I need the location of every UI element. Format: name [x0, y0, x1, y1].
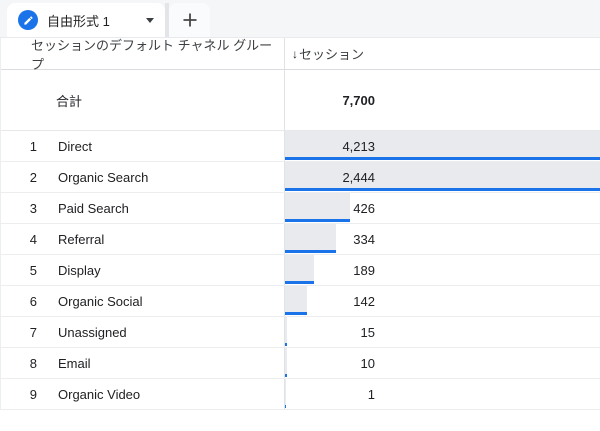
- channel-name: Unassigned: [58, 325, 127, 340]
- free-form-table: セッションのデフォルト チャネル グループ ↓ セッション 合計 7,700 1…: [0, 38, 600, 410]
- sessions-value: 1: [285, 387, 375, 402]
- table-row[interactable]: 6 Organic Social 142: [1, 286, 600, 317]
- session-bar-line: [285, 312, 307, 315]
- edit-pencil-icon: [18, 10, 38, 30]
- sessions-cell: 426: [284, 193, 600, 223]
- session-bar-line: [285, 374, 287, 377]
- dimension-cell: 8 Email: [1, 348, 284, 378]
- channel-name: Referral: [58, 232, 104, 247]
- dimension-cell: 2 Organic Search: [1, 162, 284, 192]
- ga4-exploration-panel: 自由形式 1 セッションのデフォルト チャネル グループ ↓ セッション 合計 …: [0, 0, 600, 431]
- row-rank: 1: [1, 139, 37, 154]
- sessions-cell: 1: [284, 379, 600, 409]
- column-header-sessions-label: セッション: [299, 44, 364, 63]
- row-rank: 4: [1, 232, 37, 247]
- channel-name: Direct: [58, 139, 92, 154]
- table-row[interactable]: 2 Organic Search 2,444: [1, 162, 600, 193]
- chevron-down-icon[interactable]: [146, 18, 154, 23]
- channel-name: Paid Search: [58, 201, 129, 216]
- dimension-cell: 4 Referral: [1, 224, 284, 254]
- sessions-value: 4,213: [285, 139, 375, 154]
- dimension-cell: 6 Organic Social: [1, 286, 284, 316]
- table-row[interactable]: 5 Display 189: [1, 255, 600, 286]
- column-header-sessions[interactable]: ↓ セッション: [284, 38, 600, 69]
- sessions-cell: 10: [284, 348, 600, 378]
- sort-descending-icon[interactable]: ↓: [292, 47, 298, 61]
- session-bar-line: [285, 188, 600, 191]
- sessions-cell: 334: [284, 224, 600, 254]
- row-rank: 6: [1, 294, 37, 309]
- dimension-cell: 5 Display: [1, 255, 284, 285]
- sessions-cell: 15: [284, 317, 600, 347]
- dimension-cell: 3 Paid Search: [1, 193, 284, 223]
- sessions-value: 426: [285, 201, 375, 216]
- row-rank: 2: [1, 170, 37, 185]
- totals-sessions-cell: 7,700: [284, 70, 600, 130]
- sessions-cell: 189: [284, 255, 600, 285]
- tab-free-form-1[interactable]: 自由形式 1: [7, 3, 165, 37]
- totals-label: 合計: [1, 91, 284, 110]
- session-bar-line: [285, 219, 350, 222]
- session-bar-line: [285, 250, 336, 253]
- tab-strip: 自由形式 1: [0, 0, 600, 38]
- tab-label: 自由形式 1: [47, 11, 110, 30]
- row-rank: 7: [1, 325, 37, 340]
- sessions-cell: 2,444: [284, 162, 600, 192]
- session-bar-line: [285, 157, 600, 160]
- dimension-cell: 7 Unassigned: [1, 317, 284, 347]
- totals-row: 合計 7,700: [1, 70, 600, 131]
- row-rank: 8: [1, 356, 37, 371]
- channel-name: Display: [58, 263, 101, 278]
- sessions-value: 334: [285, 232, 375, 247]
- channel-name: Organic Video: [58, 387, 140, 402]
- sessions-value: 142: [285, 294, 375, 309]
- table-row[interactable]: 9 Organic Video 1: [1, 379, 600, 410]
- row-rank: 9: [1, 387, 37, 402]
- session-bar-line: [285, 343, 287, 346]
- table-row[interactable]: 4 Referral 334: [1, 224, 600, 255]
- sessions-value: 10: [285, 356, 375, 371]
- dimension-cell: 1 Direct: [1, 131, 284, 161]
- sessions-cell: 142: [284, 286, 600, 316]
- session-bar-line: [285, 281, 314, 284]
- sessions-cell: 4,213: [284, 131, 600, 161]
- table-row[interactable]: 3 Paid Search 426: [1, 193, 600, 224]
- dimension-cell: 9 Organic Video: [1, 379, 284, 409]
- column-header-channel-group[interactable]: セッションのデフォルト チャネル グループ: [1, 35, 284, 73]
- table-header-row: セッションのデフォルト チャネル グループ ↓ セッション: [1, 38, 600, 70]
- row-rank: 3: [1, 201, 37, 216]
- table-row[interactable]: 8 Email 10: [1, 348, 600, 379]
- channel-name: Email: [58, 356, 91, 371]
- table-body: 1 Direct 4,213 2 Organic Search 2,444 3 …: [1, 131, 600, 410]
- table-row[interactable]: 1 Direct 4,213: [1, 131, 600, 162]
- row-rank: 5: [1, 263, 37, 278]
- table-row[interactable]: 7 Unassigned 15: [1, 317, 600, 348]
- sessions-value: 189: [285, 263, 375, 278]
- add-tab-button[interactable]: [169, 3, 210, 37]
- plus-icon: [181, 11, 199, 29]
- channel-name: Organic Search: [58, 170, 148, 185]
- sessions-value: 2,444: [285, 170, 375, 185]
- totals-sessions-value: 7,700: [285, 93, 375, 108]
- channel-name: Organic Social: [58, 294, 143, 309]
- sessions-value: 15: [285, 325, 375, 340]
